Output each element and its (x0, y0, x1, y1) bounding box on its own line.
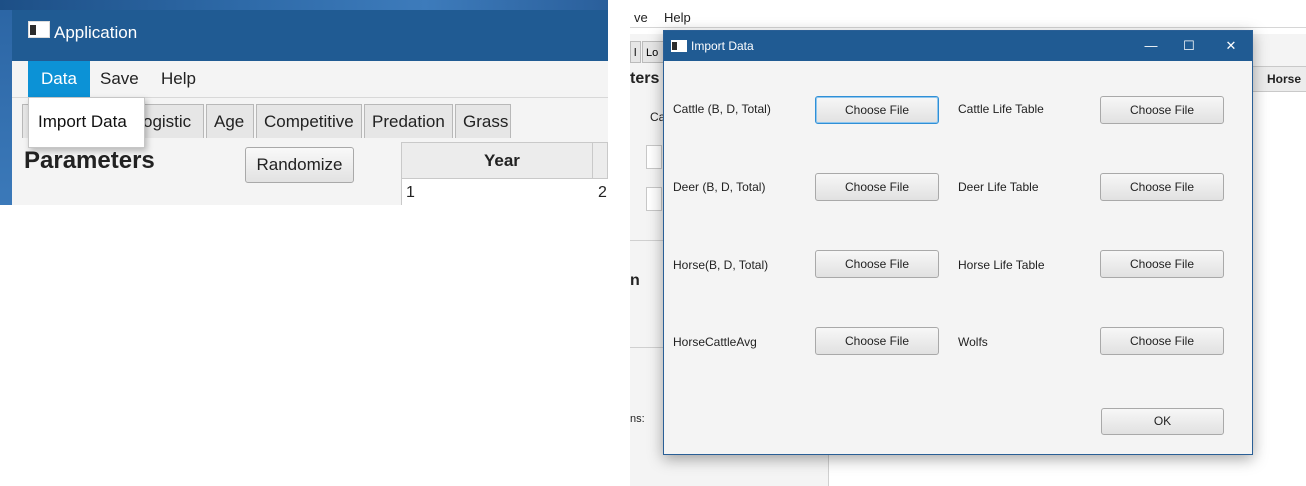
table-cell-fragment: 2 (598, 184, 607, 201)
horse-label: Horse(B, D, Total) (673, 258, 769, 272)
background-input-2[interactable] (646, 187, 662, 211)
table-header-label: Year (484, 151, 520, 170)
data-menu-dropdown: Import Data (28, 97, 145, 148)
horse-life-table-choose-file-button[interactable]: Choose File (1100, 250, 1224, 278)
deer-label: Deer (B, D, Total) (673, 180, 766, 194)
import-data-dialog: Import Data — ☐ ✕ Cattle (B, D, Total) C… (663, 30, 1253, 455)
background-menu-help[interactable]: Help (664, 10, 691, 25)
menu-save[interactable]: Save (87, 61, 152, 97)
background-parameters-fragment: ters (630, 70, 660, 87)
cattle-life-table-choose-file-button[interactable]: Choose File (1100, 96, 1224, 124)
import-dialog-screen: ve Help l Lo ters Ca n ns: Horse Import … (630, 0, 1306, 486)
wolfs-label: Wolfs (958, 335, 988, 349)
horse-cattle-avg-label: HorseCattleAvg (673, 335, 757, 349)
tab-competitive[interactable]: Competitive (256, 104, 362, 138)
background-menu-save-fragment[interactable]: ve (634, 10, 648, 25)
dialog-title: Import Data (691, 39, 754, 53)
desktop-background-edge (0, 10, 12, 205)
background-tab-1[interactable]: l (630, 41, 641, 63)
horse-choose-file-button[interactable]: Choose File (815, 250, 939, 278)
deer-choose-file-button[interactable]: Choose File (815, 173, 939, 201)
maximize-icon[interactable]: ☐ (1175, 35, 1203, 57)
menu-bar: Data Save Help (12, 61, 608, 98)
dialog-titlebar[interactable]: Import Data — ☐ ✕ (664, 31, 1252, 61)
table-header-next[interactable] (592, 142, 608, 179)
background-tab-2[interactable]: Lo (642, 41, 664, 63)
desktop-background (0, 0, 608, 10)
background-table-header-label: Horse (1267, 72, 1302, 86)
parameters-heading: Parameters (24, 147, 155, 174)
table-header-year[interactable]: Year (401, 142, 608, 179)
window-titlebar[interactable]: Application (12, 10, 608, 61)
background-label-fragment-2: ns: (630, 413, 645, 425)
randomize-button[interactable]: Randomize (245, 147, 354, 183)
background-heading-fragment: n (630, 272, 640, 289)
table-row[interactable]: 1 (401, 179, 608, 205)
dialog-window-icon (671, 40, 687, 52)
cattle-choose-file-button[interactable]: Choose File (815, 96, 939, 124)
window-title: Application (54, 23, 138, 42)
close-icon[interactable]: ✕ (1217, 35, 1245, 57)
wolfs-choose-file-button[interactable]: Choose File (1100, 327, 1224, 355)
cattle-label: Cattle (B, D, Total) (673, 102, 771, 116)
background-input-1[interactable] (646, 145, 662, 169)
cattle-life-table-label: Cattle Life Table (958, 102, 1044, 116)
table-cell: 1 (406, 184, 415, 201)
tab-age[interactable]: Age (206, 104, 254, 138)
app-window-icon (28, 21, 50, 38)
horse-life-table-label: Horse Life Table (958, 258, 1045, 272)
menu-data[interactable]: Data (28, 61, 90, 97)
menu-item-import-data[interactable]: Import Data (38, 112, 127, 132)
tab-predation[interactable]: Predation (364, 104, 453, 138)
tab-grass[interactable]: Grass (455, 104, 511, 138)
minimize-icon[interactable]: — (1137, 35, 1165, 57)
deer-life-table-choose-file-button[interactable]: Choose File (1100, 173, 1224, 201)
background-table-header[interactable]: Horse (1251, 66, 1306, 92)
main-application-window: Application Data Save Help ogistic Age C… (0, 0, 608, 205)
background-menu-divider (630, 27, 1306, 28)
ok-button[interactable]: OK (1101, 408, 1224, 435)
horse-cattle-avg-choose-file-button[interactable]: Choose File (815, 327, 939, 355)
deer-life-table-label: Deer Life Table (958, 180, 1039, 194)
menu-help[interactable]: Help (148, 61, 209, 97)
